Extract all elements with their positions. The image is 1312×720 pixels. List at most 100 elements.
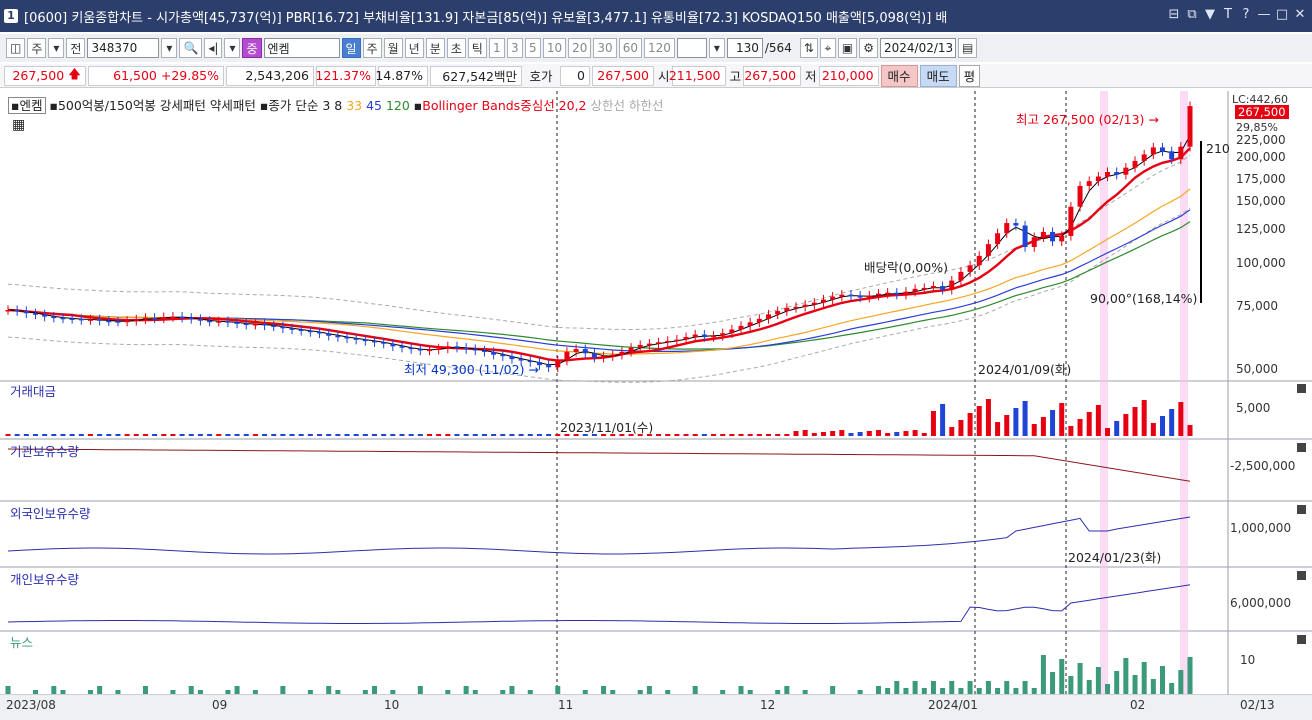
crosshair-icon[interactable]: ⌖ [819, 38, 836, 58]
period-day[interactable]: 일 [341, 38, 361, 58]
help-icon[interactable]: ? [1238, 6, 1254, 24]
all-button[interactable]: 전 [66, 38, 86, 58]
legend-item[interactable]: 강세패턴 [160, 98, 206, 113]
volume-bar [307, 434, 313, 436]
period-year[interactable]: 년 [404, 38, 424, 58]
font-icon[interactable]: T [1220, 6, 1236, 24]
candle-body [967, 265, 973, 272]
period-month[interactable]: 월 [383, 38, 403, 58]
candle-body [646, 343, 652, 346]
popout-icon[interactable]: ⧉ [1184, 6, 1200, 24]
candle-body [197, 318, 203, 321]
buy-button[interactable]: 매수 [880, 64, 918, 87]
grid-icon[interactable]: ▦ [12, 117, 25, 133]
volume-bar [509, 434, 515, 436]
minute-20[interactable]: 20 [568, 38, 592, 58]
candle-body [317, 331, 323, 334]
valuation-button[interactable]: 평 [958, 64, 981, 87]
period-week[interactable]: 주 [362, 38, 382, 58]
compare-icon[interactable]: ⇅ [799, 38, 818, 58]
split-icon[interactable]: ⊟ [1166, 6, 1182, 24]
volume-panel-title[interactable]: 거래대금 [10, 381, 56, 400]
chart-svg[interactable] [0, 91, 1312, 720]
legend-lower[interactable]: 하한선 [629, 98, 664, 113]
custom-period-input[interactable] [676, 38, 707, 58]
volume-bar [830, 431, 836, 436]
date-input[interactable]: 2024/02/13 [880, 38, 956, 58]
minute-120[interactable]: 120 [643, 38, 675, 58]
minute-3[interactable]: 3 [506, 38, 523, 58]
stock-name-field[interactable]: 엔켐 [263, 38, 340, 58]
volume-bar [51, 434, 57, 436]
candle-body [601, 356, 607, 358]
sell-button[interactable]: 매도 [919, 64, 957, 87]
minute-10[interactable]: 10 [542, 38, 567, 58]
period-minute[interactable]: 분 [425, 38, 445, 58]
legend-item[interactable]: 약세패턴 [210, 98, 256, 113]
news-bar [335, 690, 341, 694]
legend-ma45[interactable]: 45 [366, 98, 382, 113]
search-icon[interactable]: 🔍 [179, 38, 203, 58]
candle-body [995, 233, 1001, 245]
volume-bar [958, 420, 964, 436]
price-legend: ▪엔켐 ▪500억봉/150억봉 강세패턴 약세패턴 ▪종가 단순 3 8 33… [8, 95, 664, 114]
volume-bar [271, 434, 277, 436]
settings-icon[interactable]: ⚙ [859, 38, 878, 58]
chart-area[interactable]: ▪엔켐 ▪500억봉/150억봉 강세패턴 약세패턴 ▪종가 단순 3 8 33… [0, 91, 1312, 720]
candle-body [628, 347, 634, 352]
sound-icon[interactable]: ◂| [204, 38, 223, 58]
minute-60[interactable]: 60 [618, 38, 642, 58]
legend-bb[interactable]: Bollinger Bands중심선 20,2 [422, 98, 586, 113]
save-icon[interactable]: ▣ [837, 38, 858, 58]
volume-bar [1077, 419, 1083, 436]
toolbar: ◫ 주 ▾ 전 348370 ▾ 🔍 ◂| ▾ 중 엔켐 일 주 월 년 분 초… [0, 34, 1312, 62]
stock-code-input[interactable]: 348370 [87, 38, 160, 58]
close-icon[interactable]: ✕ [1292, 6, 1308, 24]
volume-bar [1178, 402, 1184, 436]
news-bar [1059, 659, 1065, 694]
count-input[interactable]: 130 [726, 38, 763, 58]
volume-bar [1004, 415, 1010, 436]
minimize-icon[interactable]: — [1256, 6, 1272, 24]
candle-body [1132, 160, 1138, 168]
news-panel-title[interactable]: 뉴스 [10, 632, 33, 651]
legend-ma3[interactable]: 3 [322, 98, 330, 113]
window-title: [0600] 키움종합차트 - 시가총액[45,737(억)] PBR[16.7… [24, 10, 948, 26]
custom-period-dropdown-icon[interactable]: ▾ [708, 38, 725, 58]
x-axis-bar [0, 695, 1312, 720]
layout-icon[interactable]: ◫ [6, 38, 26, 58]
legend-ma120[interactable]: 120 [386, 98, 410, 113]
candle-body [491, 351, 497, 355]
y-tick: 175,000 [1236, 172, 1286, 186]
candle-body [500, 354, 506, 357]
minute-1[interactable]: 1 [488, 38, 505, 58]
legend-ma8[interactable]: 8 [334, 98, 342, 113]
candle-body [1114, 172, 1120, 175]
legend-ma33[interactable]: 33 [346, 98, 362, 113]
legend-upper[interactable]: 상한선 [590, 98, 625, 113]
minute-5[interactable]: 5 [524, 38, 541, 58]
maximize-icon[interactable]: □ [1274, 6, 1290, 24]
period-second[interactable]: 초 [446, 38, 466, 58]
news-bar [1095, 667, 1101, 694]
volume-bar [5, 434, 11, 436]
code-dropdown-icon[interactable]: ▾ [161, 38, 178, 58]
foreign-panel-title[interactable]: 외국인보유수량 [10, 503, 91, 522]
inst-panel-title[interactable]: 기관보유수량 [10, 441, 79, 460]
period-tick[interactable]: 틱 [467, 38, 487, 58]
price-change: 61,500 +29.85% [88, 65, 224, 86]
minute-30[interactable]: 30 [593, 38, 617, 58]
candle-body [216, 321, 222, 323]
sound-dropdown-icon[interactable]: ▾ [224, 38, 241, 58]
news-bar [509, 686, 515, 694]
legend-item[interactable]: 종가 단순 [268, 98, 318, 113]
calendar-icon[interactable]: ▤ [958, 38, 978, 58]
dropdown-icon[interactable]: ▾ [48, 38, 65, 58]
period-select[interactable]: 주 [27, 38, 47, 58]
legend-item[interactable]: 500억봉/150억봉 [58, 98, 156, 113]
stock-legend[interactable]: ▪엔켐 [8, 97, 46, 114]
retail-panel-title[interactable]: 개인보유수량 [10, 569, 79, 588]
news-bar [967, 681, 973, 694]
volume-bar [784, 434, 790, 436]
pin-icon[interactable]: ▼ [1202, 6, 1218, 24]
